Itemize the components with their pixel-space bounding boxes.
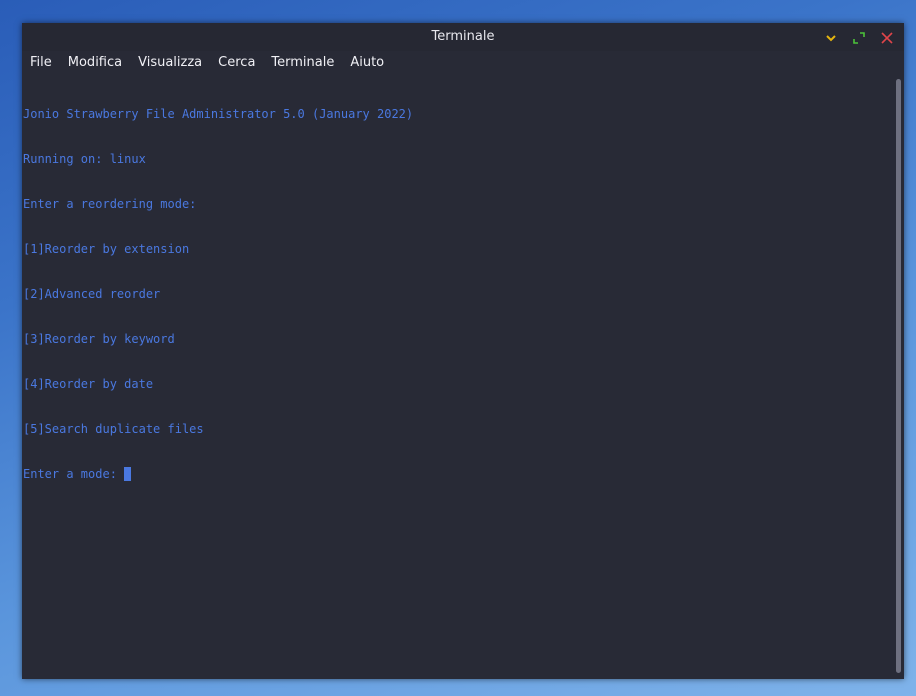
menu-file[interactable]: File [30, 51, 60, 75]
terminal-line: Running on: linux [23, 152, 146, 166]
close-button[interactable] [878, 29, 896, 47]
text-cursor [124, 467, 132, 481]
window-title: Terminale [431, 29, 495, 44]
terminal-line: [3]Reorder by keyword [23, 332, 175, 346]
title-bar[interactable]: Terminale [22, 23, 904, 51]
maximize-button[interactable] [850, 29, 868, 47]
menu-aiuto[interactable]: Aiuto [350, 51, 392, 75]
window-controls [822, 29, 896, 47]
terminal-line: [1]Reorder by extension [23, 242, 190, 256]
menu-modifica[interactable]: Modifica [68, 51, 130, 75]
terminal-line: [2]Advanced reorder [23, 287, 161, 301]
terminal-prompt: Enter a mode: [23, 467, 125, 481]
scrollbar[interactable] [896, 79, 901, 673]
maximize-icon [853, 32, 865, 44]
terminal-window: Terminale File Modifica Visualizza Cerca… [22, 23, 904, 679]
close-icon [881, 32, 893, 44]
terminal-line: [5]Search duplicate files [23, 422, 204, 436]
terminal-line: Enter a reordering mode: [23, 197, 197, 211]
menu-bar: File Modifica Visualizza Cerca Terminale… [22, 51, 904, 75]
terminal-output[interactable]: Jonio Strawberry File Administrator 5.0 … [22, 76, 894, 679]
terminal-line: Jonio Strawberry File Administrator 5.0 … [23, 107, 414, 121]
menu-terminale[interactable]: Terminale [271, 51, 342, 75]
menu-cerca[interactable]: Cerca [218, 51, 263, 75]
terminal-prompt-line[interactable]: Enter a mode: [23, 467, 894, 482]
terminal-line: [4]Reorder by date [23, 377, 154, 391]
minimize-button[interactable] [822, 29, 840, 47]
minimize-icon [826, 35, 836, 42]
menu-visualizza[interactable]: Visualizza [138, 51, 210, 75]
